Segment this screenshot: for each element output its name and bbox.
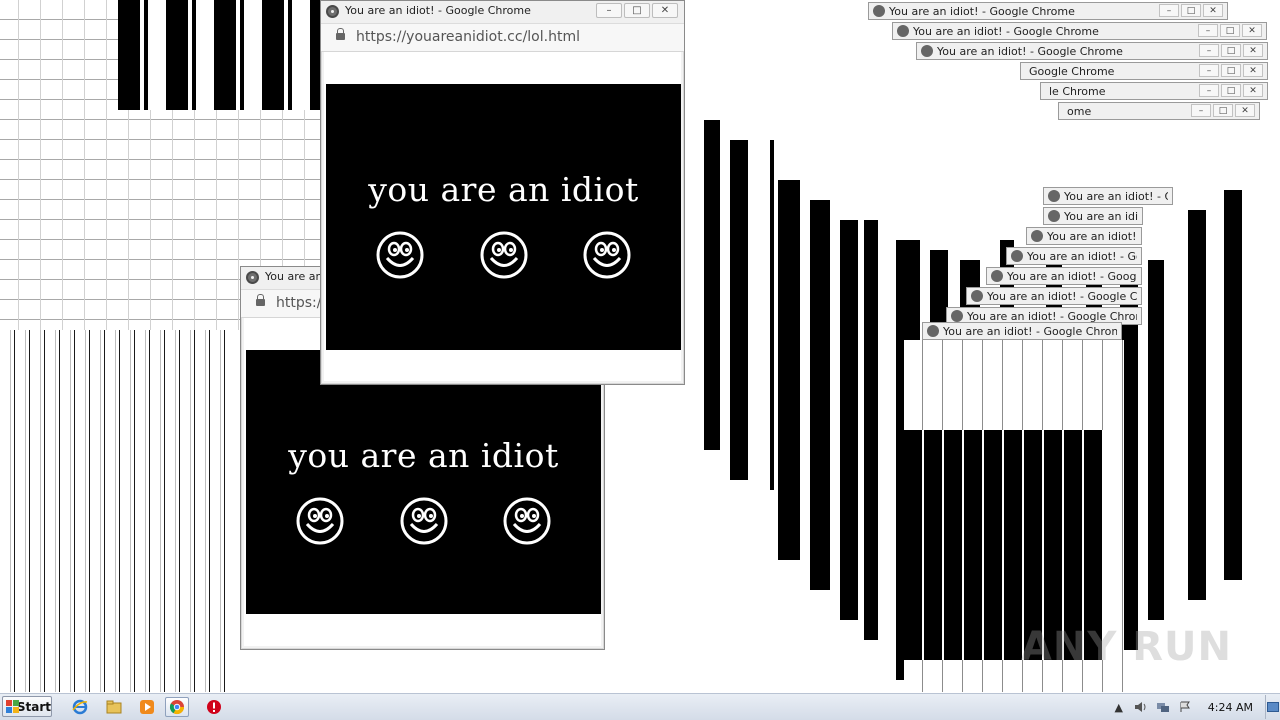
- maximize-button[interactable]: □: [1181, 4, 1201, 17]
- idiot-content: you are an idiot: [326, 84, 681, 350]
- globe-icon: [951, 310, 963, 322]
- minimize-button[interactable]: –: [1191, 104, 1211, 117]
- maximize-button[interactable]: □: [1213, 104, 1233, 117]
- maximize-button[interactable]: □: [624, 3, 650, 18]
- smiley-icon: [480, 231, 528, 279]
- maximize-button[interactable]: □: [1220, 24, 1240, 37]
- globe-icon: [927, 325, 939, 337]
- maximize-button[interactable]: □: [1221, 64, 1241, 77]
- action-center-flag-icon[interactable]: [1177, 699, 1193, 715]
- taskbar: Start ▲ 4:24 AM: [0, 693, 1280, 720]
- smiley-icon: [583, 231, 631, 279]
- headline: you are an idiot: [368, 170, 639, 209]
- globe-icon: [1048, 190, 1060, 202]
- close-button[interactable]: ✕: [1243, 64, 1263, 77]
- close-button[interactable]: ✕: [1243, 44, 1263, 57]
- page-area: you are an idiot: [324, 52, 681, 381]
- globe-icon: [1031, 230, 1043, 242]
- mini-window[interactable]: ome – □ ✕: [1058, 102, 1260, 120]
- window-title: You are an: [265, 270, 323, 283]
- mini-window[interactable]: You are an idiot! - Google Chrome: [1043, 207, 1143, 225]
- url-text[interactable]: https://youareanidiot.cc/lol.html: [356, 29, 580, 45]
- close-button[interactable]: ✕: [1243, 84, 1263, 97]
- headline: you are an idiot: [288, 436, 559, 475]
- mini-window[interactable]: le Chrome – □ ✕: [1040, 82, 1268, 100]
- minimize-button[interactable]: –: [596, 3, 622, 18]
- mini-window[interactable]: You are an idiot! - Goo: [1006, 247, 1142, 265]
- globe-icon: [897, 25, 909, 37]
- mini-window[interactable]: You are an idiot! - Google Chrome – □ ✕: [868, 2, 1228, 20]
- address-bar[interactable]: https://youareanidiot.cc/lol.html: [321, 24, 684, 52]
- lock-icon: [336, 28, 345, 40]
- close-button[interactable]: ✕: [1242, 24, 1262, 37]
- clock[interactable]: 4:24 AM: [1208, 701, 1253, 714]
- smiley-row: [376, 231, 631, 279]
- mini-window[interactable]: You are an idiot! - Google C: [986, 267, 1142, 285]
- minimize-button[interactable]: –: [1198, 24, 1218, 37]
- alert-stop-icon[interactable]: [204, 697, 224, 717]
- globe-icon: [991, 270, 1003, 282]
- globe-icon: [246, 271, 259, 284]
- mini-window[interactable]: You are an idiot! - Google Chron: [966, 287, 1142, 305]
- show-hidden-icons-icon[interactable]: ▲: [1111, 699, 1127, 715]
- minimize-button[interactable]: –: [1199, 44, 1219, 57]
- smiley-icon: [296, 497, 344, 545]
- globe-icon: [1011, 250, 1023, 262]
- maximize-button[interactable]: □: [1221, 44, 1241, 57]
- close-button[interactable]: ✕: [652, 3, 678, 18]
- globe-icon: [326, 5, 339, 18]
- globe-icon: [921, 45, 933, 57]
- globe-icon: [873, 5, 885, 17]
- idiot-content: you are an idiot: [246, 350, 601, 614]
- mini-window[interactable]: Google Chrome – □ ✕: [1020, 62, 1268, 80]
- smiley-icon: [503, 497, 551, 545]
- globe-icon: [1048, 210, 1060, 222]
- window-title: You are an idiot! - Google Chrome: [345, 4, 531, 17]
- minimize-button[interactable]: –: [1199, 84, 1219, 97]
- smiley-icon: [376, 231, 424, 279]
- mini-window[interactable]: You are an idiot! - Google Chrome – □ ✕: [916, 42, 1268, 60]
- media-player-icon[interactable]: [137, 697, 157, 717]
- window-trail-left-columns: [0, 330, 230, 692]
- start-label: Start: [16, 699, 51, 714]
- system-tray: ▲ 4:24 AM: [1108, 694, 1280, 720]
- window-trail-topleft-black: [118, 0, 322, 110]
- mini-window[interactable]: You are an idiot! - Google Chrome: [922, 322, 1122, 340]
- smiley-icon: [400, 497, 448, 545]
- windows-logo-icon: [6, 699, 19, 714]
- chrome-icon[interactable]: [165, 697, 189, 717]
- mini-window[interactable]: You are an idiot! - Google Chrome: [1043, 187, 1173, 205]
- title-bar[interactable]: You are an idiot! - Google Chrome – □ ✕: [321, 1, 684, 24]
- smiley-row: [296, 497, 551, 545]
- close-button[interactable]: ✕: [1235, 104, 1255, 117]
- start-button[interactable]: Start: [2, 696, 52, 717]
- globe-icon: [971, 290, 983, 302]
- minimize-button[interactable]: –: [1159, 4, 1179, 17]
- show-desktop-button[interactable]: [1265, 695, 1280, 719]
- mini-window[interactable]: You are an idiot! - Google Chrome – □ ✕: [892, 22, 1267, 40]
- file-explorer-icon[interactable]: [104, 697, 124, 717]
- chrome-popup-window[interactable]: You are an idiot! - Google Chrome – □ ✕ …: [320, 0, 685, 385]
- lock-icon: [256, 294, 265, 306]
- minimize-button[interactable]: –: [1199, 64, 1219, 77]
- url-text[interactable]: https:/: [276, 295, 321, 311]
- anyrun-watermark: ANY RUN: [1020, 624, 1232, 670]
- internet-explorer-icon[interactable]: [70, 697, 90, 717]
- maximize-button[interactable]: □: [1221, 84, 1241, 97]
- mini-window[interactable]: You are an idiot! - Google Chrome: [1026, 227, 1142, 245]
- close-button[interactable]: ✕: [1203, 4, 1223, 17]
- volume-icon[interactable]: [1133, 699, 1149, 715]
- network-icon[interactable]: [1155, 699, 1171, 715]
